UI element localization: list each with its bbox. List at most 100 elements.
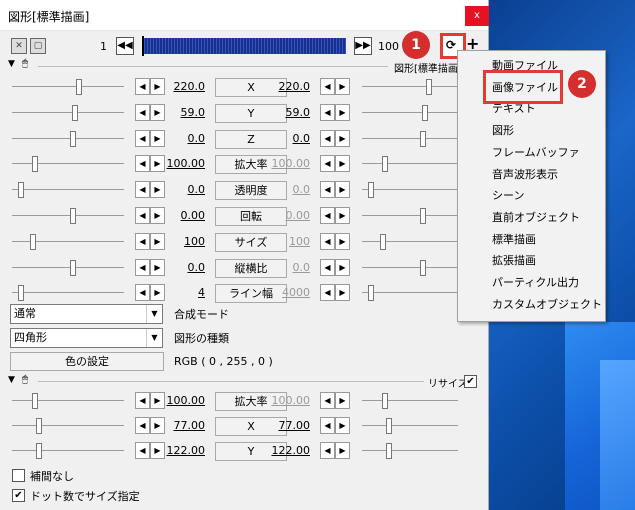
- left-slider-track[interactable]: [12, 266, 124, 268]
- decrement-button[interactable]: ◀: [135, 155, 150, 173]
- left-value[interactable]: 0.0: [165, 132, 206, 145]
- collapse-arrow-icon[interactable]: ▼: [8, 59, 15, 69]
- shape-type-select[interactable]: 四角形 ▼: [10, 328, 163, 348]
- left-slider-thumb[interactable]: [70, 208, 76, 224]
- right-slider-track[interactable]: [362, 163, 458, 165]
- left-slider-track[interactable]: [12, 215, 124, 216]
- increment-button[interactable]: ▶: [335, 442, 350, 459]
- right-value[interactable]: 0.0: [270, 261, 311, 274]
- right-value[interactable]: 100.00: [270, 394, 311, 407]
- left-value[interactable]: 100.00: [165, 157, 206, 170]
- left-value[interactable]: 4: [165, 286, 205, 299]
- decrement-button[interactable]: ◀: [320, 129, 335, 147]
- decrement-button[interactable]: ◀: [320, 103, 335, 121]
- decrement-button[interactable]: ◀: [135, 103, 150, 121]
- right-slider-track[interactable]: [362, 400, 458, 401]
- collapse-arrow-icon[interactable]: ▼: [8, 375, 15, 385]
- right-value[interactable]: 0.0: [270, 183, 311, 196]
- right-value[interactable]: 220.0: [270, 80, 311, 93]
- close-button[interactable]: x: [465, 6, 489, 26]
- increment-button[interactable]: ▶: [335, 78, 350, 95]
- increment-button[interactable]: ▶: [335, 232, 350, 250]
- menu-item[interactable]: 標準描画: [492, 231, 536, 247]
- right-slider-track[interactable]: [362, 292, 458, 294]
- left-value[interactable]: 0.00: [165, 209, 206, 222]
- left-slider-thumb[interactable]: [70, 130, 76, 147]
- left-value[interactable]: 77.00: [165, 419, 206, 432]
- increment-button[interactable]: ▶: [150, 417, 165, 434]
- decrement-button[interactable]: ◀: [320, 181, 335, 199]
- right-slider-track[interactable]: [362, 111, 458, 113]
- right-value[interactable]: 0.0: [270, 132, 311, 145]
- right-value[interactable]: 77.00: [270, 419, 311, 432]
- right-slider-thumb[interactable]: [380, 233, 386, 250]
- right-slider-track[interactable]: [362, 240, 458, 242]
- left-slider-thumb[interactable]: [18, 285, 24, 302]
- increment-button[interactable]: ▶: [150, 207, 165, 224]
- left-value[interactable]: 100: [165, 235, 205, 248]
- decrement-button[interactable]: ◀: [320, 392, 335, 409]
- left-slider-thumb[interactable]: [36, 443, 42, 459]
- increment-button[interactable]: ▶: [150, 232, 165, 250]
- right-value[interactable]: 59.0: [270, 106, 311, 119]
- right-slider-thumb[interactable]: [426, 79, 432, 95]
- camera-icon[interactable]: ✕: [11, 38, 27, 54]
- right-slider-track[interactable]: [362, 137, 458, 139]
- right-slider-track[interactable]: [362, 266, 458, 268]
- left-slider-track[interactable]: [12, 292, 124, 294]
- right-slider-track[interactable]: [362, 189, 458, 191]
- decrement-button[interactable]: ◀: [135, 417, 150, 434]
- increment-button[interactable]: ▶: [150, 155, 165, 173]
- menu-item[interactable]: フレームバッファ: [492, 144, 580, 160]
- decrement-button[interactable]: ◀: [320, 155, 335, 173]
- left-slider-track[interactable]: [12, 163, 124, 165]
- increment-button[interactable]: ▶: [335, 392, 350, 409]
- left-slider-track[interactable]: [12, 425, 124, 426]
- right-value[interactable]: 122.00: [270, 444, 311, 457]
- menu-item[interactable]: パーティクル出力: [492, 274, 579, 290]
- left-slider-thumb[interactable]: [76, 79, 82, 95]
- left-value[interactable]: 122.00: [165, 444, 206, 457]
- right-slider-thumb[interactable]: [382, 156, 388, 173]
- left-slider-track[interactable]: [12, 86, 124, 87]
- menu-item[interactable]: 直前オブジェクト: [492, 209, 580, 225]
- menu-item[interactable]: シーン: [492, 187, 524, 203]
- menu-item[interactable]: 音声波形表示: [492, 166, 558, 182]
- increment-button[interactable]: ▶: [335, 129, 350, 147]
- increment-button[interactable]: ▶: [150, 284, 165, 302]
- increment-button[interactable]: ▶: [335, 181, 350, 199]
- menu-item[interactable]: 拡張描画: [492, 252, 536, 268]
- resize-checkbox[interactable]: ✔: [464, 375, 477, 388]
- right-slider-track[interactable]: [362, 215, 458, 216]
- right-slider-track[interactable]: [362, 450, 458, 451]
- decrement-button[interactable]: ◀: [135, 442, 150, 459]
- right-value[interactable]: 0.00: [270, 209, 311, 222]
- right-slider-thumb[interactable]: [420, 259, 426, 276]
- left-slider-track[interactable]: [12, 189, 124, 191]
- increment-button[interactable]: ▶: [150, 181, 165, 199]
- right-slider-thumb[interactable]: [386, 418, 392, 434]
- right-value[interactable]: 100: [270, 235, 310, 248]
- decrement-button[interactable]: ◀: [135, 207, 150, 224]
- right-slider-track[interactable]: [362, 86, 458, 87]
- increment-button[interactable]: ▶: [335, 207, 350, 224]
- left-value[interactable]: 0.0: [165, 183, 206, 196]
- increment-button[interactable]: ▶: [335, 258, 350, 276]
- right-slider-thumb[interactable]: [368, 285, 374, 302]
- timeline-bar[interactable]: [142, 38, 346, 54]
- decrement-button[interactable]: ◀: [135, 78, 150, 95]
- left-value[interactable]: 100.00: [165, 394, 206, 407]
- left-value[interactable]: 59.0: [165, 106, 206, 119]
- no-interp-checkbox[interactable]: [12, 469, 25, 482]
- right-slider-thumb[interactable]: [422, 104, 428, 121]
- blend-mode-select[interactable]: 通常 ▼: [10, 304, 163, 324]
- right-slider-thumb[interactable]: [420, 208, 426, 224]
- left-slider-thumb[interactable]: [72, 104, 78, 121]
- left-slider-thumb[interactable]: [36, 418, 42, 434]
- left-slider-thumb[interactable]: [32, 156, 38, 173]
- grid-icon[interactable]: ▢: [30, 38, 46, 54]
- increment-button[interactable]: ▶: [150, 442, 165, 459]
- right-slider-thumb[interactable]: [368, 182, 374, 199]
- left-value[interactable]: 0.0: [165, 261, 206, 274]
- decrement-button[interactable]: ◀: [320, 232, 335, 250]
